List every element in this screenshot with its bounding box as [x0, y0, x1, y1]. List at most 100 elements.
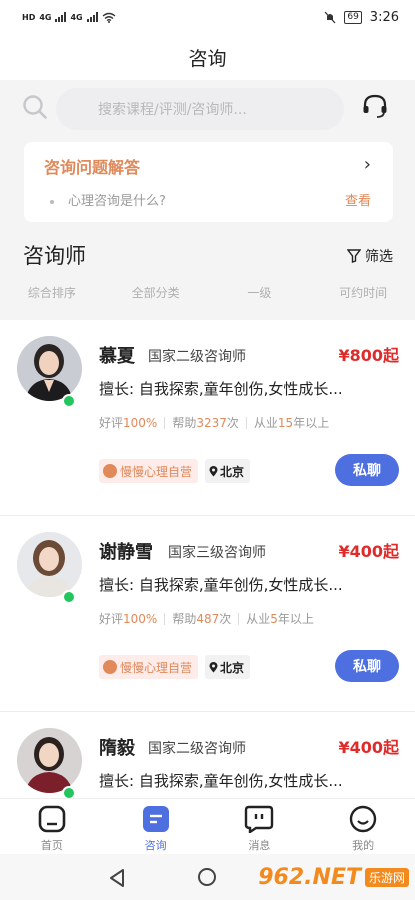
- counselor-specialty: 擅长: 自我探索,童年创伤,女性成长...: [99, 380, 343, 398]
- city-text: 北京: [220, 464, 245, 479]
- verified-badge-icon: [103, 464, 117, 478]
- online-status-dot: [62, 590, 76, 604]
- filter-icon: [347, 249, 361, 263]
- network-indicators: HD 4G 4G: [22, 12, 116, 23]
- counselor-specialty: 擅长: 自我探索,童年创伤,女性成长...: [99, 576, 343, 594]
- counselor-level: 国家三级咨询师: [168, 545, 266, 561]
- tab-label: 首页: [40, 839, 63, 852]
- divider: [164, 416, 166, 429]
- stat-help-unit: 次: [226, 416, 239, 430]
- tab-label: 咨询: [144, 839, 167, 852]
- avatar[interactable]: [17, 728, 82, 793]
- counselor-level: 国家二级咨询师: [148, 349, 246, 365]
- bullet-icon: [50, 199, 54, 204]
- search-row: 搜索课程/评测/咨询师...: [0, 86, 415, 130]
- stat-help-value: 487: [196, 611, 220, 626]
- stat-exp-unit: 年以上: [293, 416, 330, 430]
- stat-exp-label: 从业: [246, 612, 271, 626]
- private-chat-button[interactable]: 私聊: [335, 454, 399, 486]
- counselor-list: 慕夏 国家二级咨询师 ¥800起 擅长: 自我探索,童年创伤,女性成长... 好…: [0, 320, 415, 798]
- online-status-dot: [62, 786, 76, 798]
- filter-label: 筛选: [365, 249, 393, 265]
- sort-level[interactable]: 一级: [208, 284, 312, 312]
- watermark-subtext: 乐游网: [364, 867, 409, 887]
- signal-icon: [55, 12, 67, 22]
- counselor-section-header: 咨询师 筛选: [0, 232, 415, 276]
- counselor-name: 隋毅: [99, 738, 135, 759]
- filter-button[interactable]: 筛选: [347, 246, 393, 266]
- divider: [238, 612, 240, 625]
- headset-icon[interactable]: [361, 92, 389, 120]
- page-title: 咨询: [0, 34, 415, 80]
- stat-help-value: 3237: [196, 415, 227, 430]
- tab-messages[interactable]: 消息: [208, 799, 312, 854]
- stat-exp-unit: 年以上: [277, 612, 314, 626]
- top-panel: 搜索课程/评测/咨询师... 咨询问题解答 › 心理咨询是什么? 查看 咨询师 …: [0, 80, 415, 320]
- sort-comprehensive[interactable]: 综合排序: [0, 284, 104, 312]
- back-icon[interactable]: [108, 868, 126, 888]
- counselor-card[interactable]: 慕夏 国家二级咨询师 ¥800起 擅长: 自我探索,童年创伤,女性成长... 好…: [0, 320, 415, 516]
- faq-question[interactable]: 心理咨询是什么?: [50, 190, 166, 209]
- sort-options: 综合排序 全部分类 一级 可约时间: [0, 284, 415, 312]
- counselor-price: ¥800起: [338, 346, 399, 365]
- faq-view-link[interactable]: 查看: [345, 190, 371, 209]
- counselor-name: 谢静雪: [99, 542, 153, 563]
- hd-label: HD: [22, 12, 36, 22]
- tab-profile[interactable]: 我的: [311, 799, 415, 854]
- section-title: 咨询师: [23, 244, 86, 268]
- watermark-logo: 962.NET 乐游网: [258, 854, 409, 900]
- message-icon: [245, 805, 274, 833]
- city-text: 北京: [220, 660, 245, 675]
- watermark-text: 962.NET: [258, 864, 361, 890]
- stat-rating-value: 100%: [123, 611, 158, 626]
- online-status-dot: [62, 394, 76, 408]
- counselor-specialty: 擅长: 自我探索,童年创伤,女性成长...: [99, 772, 343, 790]
- verified-badge-icon: [103, 660, 117, 674]
- counselor-card[interactable]: 谢静雪 国家三级咨询师 ¥400起 擅长: 自我探索,童年创伤,女性成长... …: [0, 516, 415, 712]
- home-icon: [38, 805, 66, 833]
- faq-title: 咨询问题解答: [44, 158, 141, 177]
- wifi-icon: [102, 12, 116, 23]
- faq-card[interactable]: 咨询问题解答 › 心理咨询是什么? 查看: [24, 142, 393, 222]
- clock: 3:26: [369, 9, 399, 25]
- home-circle-icon[interactable]: [198, 868, 216, 886]
- avatar[interactable]: [17, 532, 82, 597]
- stat-help-unit: 次: [219, 612, 232, 626]
- search-input[interactable]: 搜索课程/评测/咨询师...: [56, 88, 344, 130]
- counselor-card[interactable]: 隋毅 国家二级咨询师 ¥400起 擅长: 自我探索,童年创伤,女性成长...: [0, 712, 415, 798]
- stat-rating-label: 好评: [99, 416, 124, 430]
- counselor-name: 慕夏: [99, 346, 135, 367]
- sort-category[interactable]: 全部分类: [104, 284, 208, 312]
- mute-bell-icon: [324, 11, 336, 23]
- consult-icon: [142, 806, 169, 832]
- location-pin-icon: [209, 465, 218, 476]
- city-tag: 北京: [205, 459, 251, 483]
- counselor-level: 国家二级咨询师: [148, 741, 246, 757]
- counselor-stats: 好评 100% 帮助 487 次 从业 5 年以上: [99, 610, 314, 627]
- battery-indicator: 69: [344, 10, 362, 24]
- stat-rating-value: 100%: [123, 415, 158, 430]
- stat-exp-label: 从业: [253, 416, 278, 430]
- network-label-2: 4G: [70, 12, 83, 22]
- stat-rating-label: 好评: [99, 612, 124, 626]
- counselor-price: ¥400起: [338, 542, 399, 561]
- profile-icon: [349, 805, 377, 833]
- tag-text: 慢慢心理自营: [120, 660, 193, 675]
- counselor-stats: 好评 100% 帮助 3237 次 从业 15 年以上: [99, 414, 329, 431]
- system-nav-bar: 962.NET 乐游网: [0, 854, 415, 900]
- location-pin-icon: [209, 661, 218, 672]
- search-icon[interactable]: [22, 94, 48, 120]
- tab-home[interactable]: 首页: [0, 799, 104, 854]
- avatar[interactable]: [17, 336, 82, 401]
- tab-label: 消息: [248, 839, 271, 852]
- private-chat-button[interactable]: 私聊: [335, 650, 399, 682]
- divider: [164, 612, 166, 625]
- counselor-price: ¥400起: [338, 738, 399, 757]
- bottom-tab-bar: 首页 咨询 消息 我的: [0, 798, 415, 854]
- sort-available-time[interactable]: 可约时间: [311, 284, 415, 312]
- tab-consult[interactable]: 咨询: [104, 799, 208, 854]
- tab-label: 我的: [352, 839, 375, 852]
- chevron-right-icon[interactable]: ›: [364, 154, 371, 175]
- self-operated-tag: 慢慢心理自营: [99, 655, 199, 679]
- city-tag: 北京: [205, 655, 251, 679]
